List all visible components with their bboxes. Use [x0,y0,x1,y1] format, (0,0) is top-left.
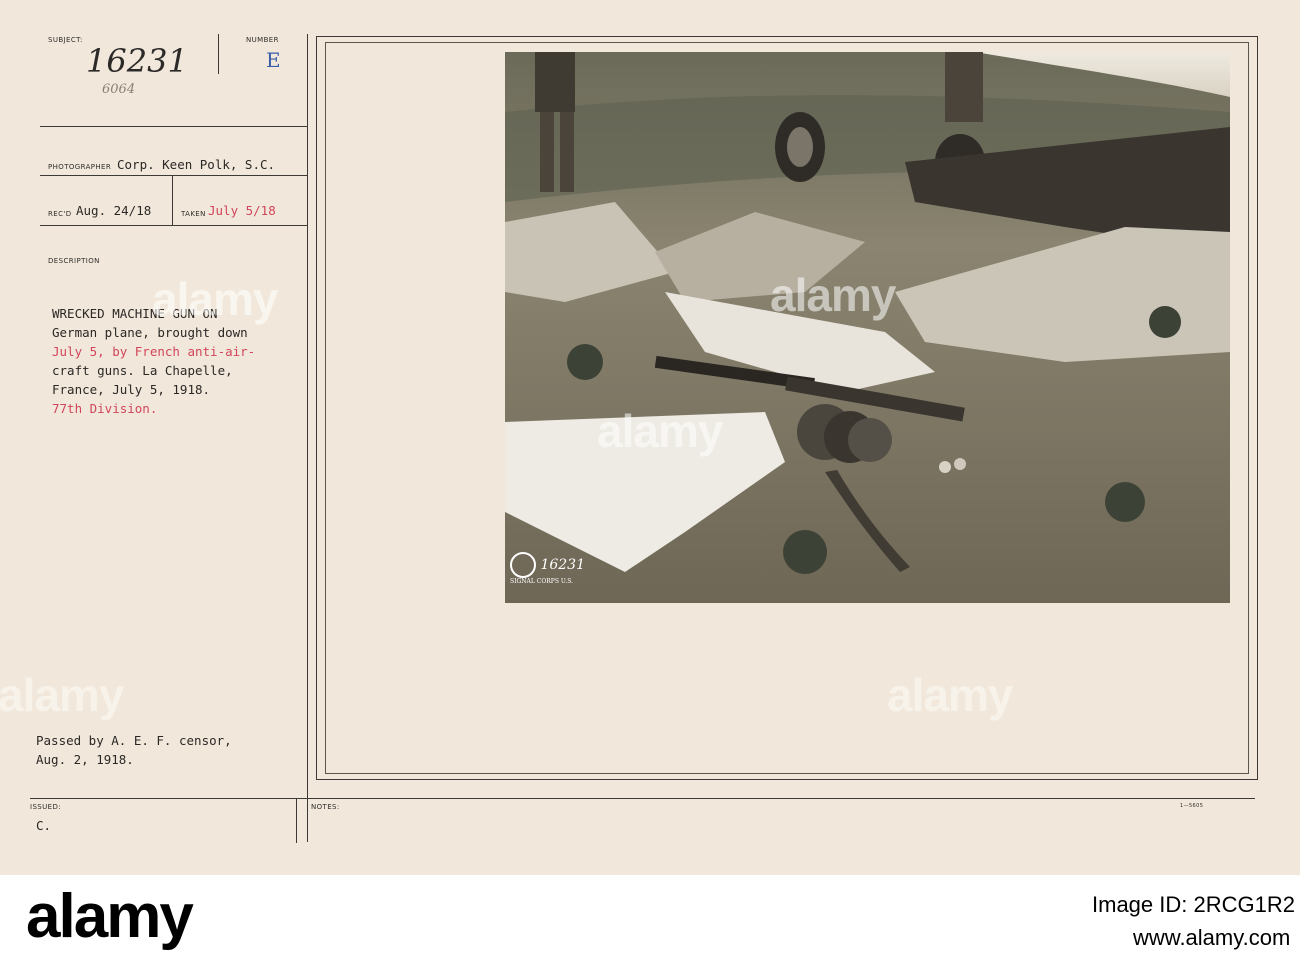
archive-card: SUBJECT: 16231 6064 NUMBER E PHOTOGRAPHE… [0,0,1300,875]
recd-label: REC'D [48,210,72,218]
alamy-logo: alamy [26,882,194,951]
form-code: 1—5605 [1180,803,1204,809]
taken-divider [172,175,173,225]
description-line-5: France, July 5, 1918. [52,382,211,397]
rule-1 [40,126,307,127]
photographer-label: PHOTOGRAPHER [48,163,112,171]
photograph-scene [505,52,1230,603]
rule-3 [40,225,307,226]
censor-line-1: Passed by A. E. F. censor, [36,733,232,748]
subject-number: 16231 [86,42,188,80]
notes-label: NOTES: [311,803,340,811]
stamp-number: 16231 [540,557,585,573]
left-panel-right-border [307,34,308,842]
watermark-3: alamy [0,669,124,721]
subject-sub-number: 6064 [102,82,136,97]
description-line-2: German plane, brought down [52,325,248,340]
taken-value: July 5/18 [208,203,276,218]
rule-bottom [30,798,1255,799]
alamy-footer-bar: alamy Image ID: 2RCG1R2 www.alamy.com [0,875,1300,966]
description-label: DESCRIPTION [48,257,100,265]
stamp-text: SIGNAL CORPS U.S. [510,578,574,585]
photographer-value: Corp. Keen Polk, S.C. [117,157,276,172]
censor-line-2: Aug. 2, 1918. [36,752,134,767]
stamp-seal-icon [510,552,536,578]
subject-divider [218,34,219,74]
number-label: NUMBER [246,36,279,44]
description-line-6: 77th Division. [52,401,158,416]
rule-2 [40,175,307,176]
watermark-1: alamy [152,273,278,325]
alamy-url: www.alamy.com [1133,925,1291,950]
photograph-wreckage [505,52,1230,603]
watermark-5: alamy [887,669,1013,721]
issued-value: C. [36,818,52,833]
description-line-4: craft guns. La Chapelle, [52,363,233,378]
image-id-text: Image ID: 2RCG1R2 [1092,892,1295,917]
issued-label: ISSUED: [30,803,62,811]
number-value: E [266,48,281,72]
watermark-4: alamy [597,405,723,457]
notes-divider [296,798,297,843]
subject-label: SUBJECT: [48,36,83,44]
watermark-2: alamy [770,269,896,321]
description-line-3: July 5, by French anti-air- [52,344,256,359]
taken-label: TAKEN [181,210,206,218]
signal-corps-stamp: 16231 SIGNAL CORPS U.S. [510,552,585,585]
recd-value: Aug. 24/18 [76,203,152,218]
